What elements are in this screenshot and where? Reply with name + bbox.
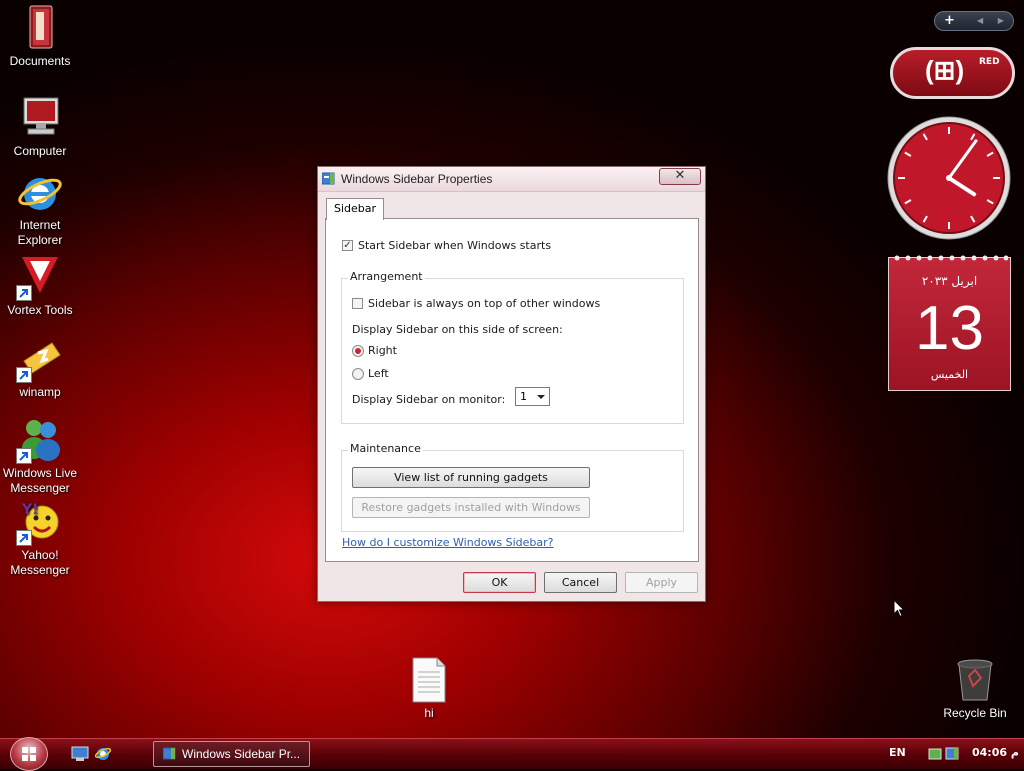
taskbar: Windows Sidebar Pr... EN 04:06 م	[0, 737, 1024, 771]
always-on-top-checkbox[interactable]	[352, 298, 363, 309]
arrangement-title: Arrangement	[348, 270, 425, 283]
always-on-top-label: Sidebar is always on top of other window…	[368, 297, 601, 310]
desktop-icon-internet-explorer[interactable]: Internet Explorer	[0, 168, 80, 248]
shortcut-arrow-icon	[16, 285, 32, 301]
windows-logo-icon: (⊞)	[925, 55, 965, 85]
desktop-icon-label: Computer	[13, 144, 67, 158]
desktop-icon-label: hi	[424, 706, 434, 720]
clock-gadget[interactable]	[886, 115, 1012, 241]
monitor-label: Display Sidebar on monitor:	[352, 393, 506, 406]
svg-text:Y!: Y!	[21, 502, 39, 518]
maintenance-group	[341, 450, 684, 532]
desktop-icon-documents[interactable]: Documents	[0, 4, 80, 69]
mouse-cursor-icon	[893, 599, 905, 618]
chevron-down-icon	[537, 395, 545, 399]
taskbar-clock[interactable]: 04:06 م	[972, 746, 1019, 759]
sidebar-properties-dialog: Windows Sidebar Properties ✕ Sidebar ✓ S…	[317, 166, 706, 602]
sidebar-controls: + ◀ ▶	[934, 11, 1014, 31]
windows-logo-icon	[22, 747, 36, 761]
start-sidebar-checkbox[interactable]: ✓	[342, 240, 353, 251]
show-desktop-icon[interactable]	[71, 745, 89, 762]
side-of-screen-label: Display Sidebar on this side of screen:	[352, 323, 563, 336]
tab-sidebar[interactable]: Sidebar	[326, 198, 385, 220]
ok-button[interactable]: OK	[463, 572, 536, 593]
view-gadgets-button[interactable]: View list of running gadgets	[352, 467, 590, 488]
close-button[interactable]: ✕	[659, 168, 701, 185]
desktop-icon-label: Windows Live Messenger	[2, 466, 78, 495]
add-gadget-button[interactable]: +	[944, 13, 955, 28]
desktop-icon-windows-live-messenger[interactable]: Windows Live Messenger	[0, 416, 80, 496]
cancel-button[interactable]: Cancel	[544, 572, 617, 593]
vortex-tools-icon	[16, 253, 64, 301]
shortcut-arrow-icon	[16, 448, 32, 464]
desktop-icon-recycle-bin[interactable]: Recycle Bin	[935, 656, 1015, 721]
windows-live-messenger-icon	[16, 416, 64, 464]
red-brand-gadget[interactable]: (⊞) RED	[890, 47, 1015, 99]
desktop-icon-label: Vortex Tools	[7, 303, 73, 317]
right-side-label: Right	[368, 344, 397, 357]
text-file-icon	[405, 656, 453, 704]
calendar-month: ابريل ٢٠٣٣	[921, 274, 978, 288]
yahoo-messenger-icon: Y!	[16, 498, 64, 546]
calendar-gadget[interactable]: ابريل ٢٠٣٣ 13 الخميس	[888, 255, 1011, 391]
recycle-bin-icon	[951, 656, 999, 704]
internet-explorer-icon[interactable]	[94, 745, 112, 762]
tab-panel: ✓ Start Sidebar when Windows starts Arra…	[325, 218, 699, 562]
apply-button[interactable]: Apply	[625, 572, 698, 593]
desktop-icon-label: Internet Explorer	[17, 218, 63, 247]
sidebar-app-icon	[322, 172, 335, 185]
left-side-radio[interactable]	[352, 368, 364, 380]
brand-tag: RED	[979, 57, 1000, 67]
calendar-weekday: الخميس	[930, 368, 969, 381]
desktop-icon-label: Recycle Bin	[943, 706, 1007, 720]
taskbar-button-label: Windows Sidebar Pr...	[182, 747, 301, 761]
shortcut-arrow-icon	[16, 367, 32, 383]
system-tray-icons[interactable]	[928, 745, 962, 762]
start-sidebar-label: Start Sidebar when Windows starts	[358, 239, 552, 252]
desktop-icon-label: Documents	[9, 54, 71, 68]
sidebar-app-icon	[163, 747, 176, 760]
internet-explorer-icon	[16, 168, 64, 216]
maintenance-title: Maintenance	[348, 442, 423, 455]
desktop-icon-hi[interactable]: hi	[389, 656, 469, 721]
desktop-icon-winamp[interactable]: winamp	[0, 335, 80, 400]
desktop-icon-vortex-tools[interactable]: Vortex Tools	[0, 253, 80, 318]
help-link[interactable]: How do I customize Windows Sidebar?	[342, 536, 554, 549]
desktop-icon-yahoo-messenger[interactable]: Y! Yahoo! Messenger	[0, 498, 80, 578]
monitor-select[interactable]: 1	[515, 387, 550, 406]
start-button[interactable]	[10, 737, 48, 771]
winamp-icon	[16, 335, 64, 383]
language-indicator[interactable]: EN	[889, 746, 906, 759]
computer-icon	[16, 94, 64, 142]
shortcut-arrow-icon	[16, 530, 32, 546]
desktop-icon-label: winamp	[19, 385, 61, 399]
gadget-nav-buttons[interactable]: ◀ ▶	[977, 16, 1010, 25]
left-side-label: Left	[368, 367, 389, 380]
calendar-rings	[894, 255, 1008, 261]
desktop-icon-computer[interactable]: Computer	[0, 94, 80, 159]
desktop-icon-label: Yahoo! Messenger	[10, 548, 70, 577]
calendar-day: 13	[915, 294, 984, 363]
documents-folder-icon	[16, 4, 64, 52]
monitor-value: 1	[520, 390, 527, 403]
restore-gadgets-button[interactable]: Restore gadgets installed with Windows	[352, 497, 590, 518]
dialog-title: Windows Sidebar Properties	[341, 172, 493, 186]
dialog-titlebar[interactable]: Windows Sidebar Properties ✕	[318, 167, 705, 192]
right-side-radio[interactable]	[352, 345, 364, 357]
taskbar-button-sidebar-properties[interactable]: Windows Sidebar Pr...	[153, 741, 310, 767]
